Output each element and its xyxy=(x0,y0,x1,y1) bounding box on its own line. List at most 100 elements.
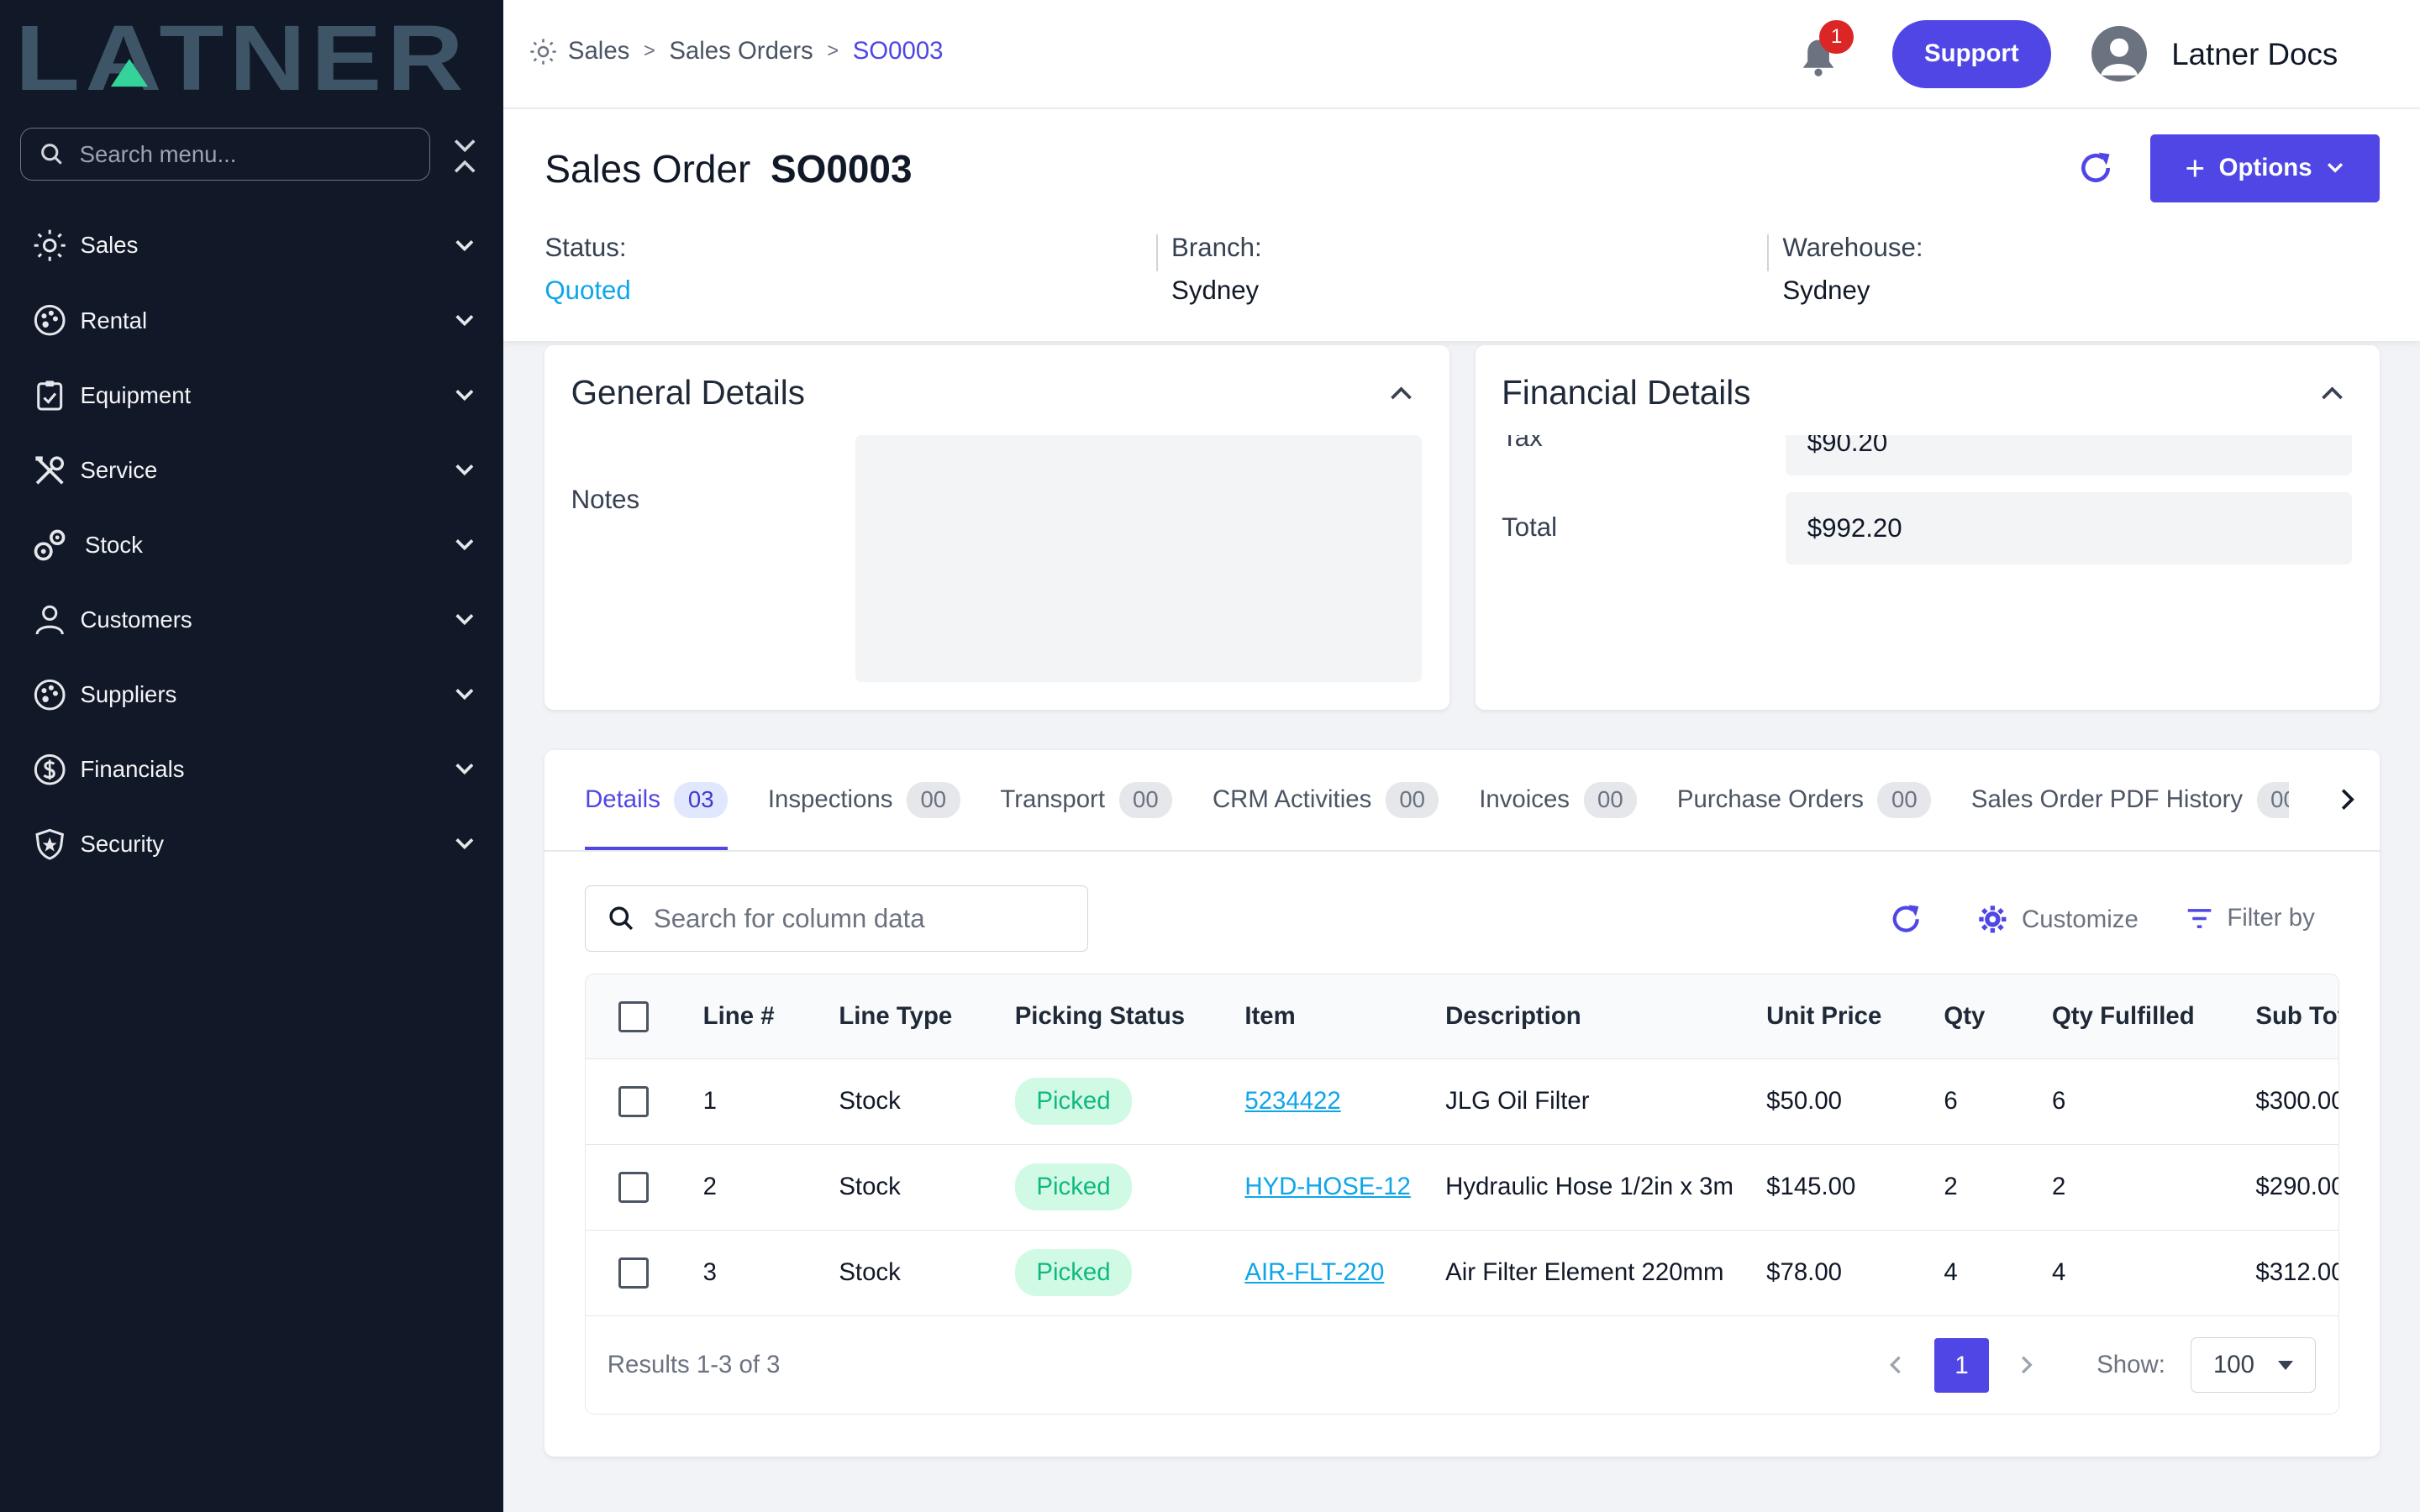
column-header[interactable]: Item xyxy=(1244,974,1295,1059)
palette-icon xyxy=(31,676,68,713)
table-search-input[interactable] xyxy=(653,903,1055,934)
column-header[interactable]: Line # xyxy=(703,974,775,1059)
item-link[interactable]: AIR-FLT-220 xyxy=(1244,1258,1384,1287)
tab-purchase-orders[interactable]: Purchase Orders 00 xyxy=(1676,750,1932,850)
latner-logo[interactable]: LATNER xyxy=(15,13,472,99)
column-header[interactable]: Qty Fulfilled xyxy=(2052,974,2195,1059)
breadcrumb-sales[interactable]: Sales xyxy=(568,37,629,66)
sidebar-item-equipment[interactable]: Equipment xyxy=(0,358,503,433)
page-size-select[interactable]: 100 xyxy=(2191,1336,2317,1393)
tab-details[interactable]: Details 03 xyxy=(585,750,729,850)
row-checkbox[interactable] xyxy=(618,1231,650,1315)
select-all-checkbox[interactable] xyxy=(618,974,650,1059)
customize-button[interactable]: Customize xyxy=(1977,904,2139,935)
chevron-down-icon xyxy=(455,314,474,326)
tab-transport[interactable]: Transport 00 xyxy=(1000,750,1173,850)
breadcrumb-sales-orders[interactable]: Sales Orders xyxy=(669,37,813,66)
column-header[interactable]: Line Type xyxy=(839,974,952,1059)
gears-icon xyxy=(31,527,68,564)
column-header[interactable]: Description xyxy=(1445,974,1581,1059)
notes-field[interactable] xyxy=(855,434,1422,682)
clipboard-icon xyxy=(31,377,68,414)
sidebar-item-label: Sales xyxy=(80,232,139,259)
collapse-sidebar-icon[interactable] xyxy=(448,136,481,176)
topbar: Sales > Sales Orders > SO0003 1 Support … xyxy=(502,0,2420,108)
refresh-icon[interactable] xyxy=(2077,150,2114,186)
filter-button[interactable]: Filter by xyxy=(2186,904,2315,932)
branch-field: Branch: Sydney xyxy=(1171,233,1758,306)
financial-details-title: Financial Details xyxy=(1502,373,1751,412)
support-button[interactable]: Support xyxy=(1891,19,2051,88)
sidebar-item-security[interactable]: Security xyxy=(0,807,503,882)
breadcrumb: Sales > Sales Orders > SO0003 xyxy=(529,37,944,66)
sidebar-item-label: Equipment xyxy=(80,381,192,408)
notification-badge: 1 xyxy=(1819,19,1854,55)
table-search[interactable] xyxy=(585,885,1088,953)
sidebar-item-service[interactable]: Service xyxy=(0,433,503,507)
picking-status: Picked xyxy=(1014,1231,1133,1315)
chevron-up-icon[interactable] xyxy=(2318,380,2346,407)
qty-fulfilled: 2 xyxy=(2051,1173,2066,1201)
description: JLG Oil Filter xyxy=(1445,1087,1590,1116)
line-type: Stock xyxy=(839,1258,901,1287)
tab-label: Purchase Orders xyxy=(1676,785,1864,814)
column-header[interactable]: Qty xyxy=(1944,974,1985,1059)
column-header[interactable]: Picking Status xyxy=(1015,974,1185,1059)
sidebar-item-suppliers[interactable]: Suppliers xyxy=(0,657,503,732)
sidebar-item-stock[interactable]: Stock xyxy=(0,507,503,582)
sub-total: $300.00 xyxy=(2255,1087,2340,1116)
tab-count: 00 xyxy=(1118,781,1173,818)
item-link[interactable]: 5234422 xyxy=(1244,1087,1340,1116)
line-type: Stock xyxy=(839,1173,901,1201)
tab-label: CRM Activities xyxy=(1212,785,1372,814)
sidebar-search[interactable] xyxy=(19,128,431,181)
item-link[interactable]: HYD-HOSE-12 xyxy=(1244,1173,1411,1201)
column-header[interactable]: Unit Price xyxy=(1766,974,1881,1059)
chevron-right-icon[interactable] xyxy=(2015,1354,2037,1376)
page-button-current[interactable]: 1 xyxy=(1934,1338,1989,1393)
picking-status: Picked xyxy=(1014,1145,1133,1230)
tab-invoices[interactable]: Invoices 00 xyxy=(1479,750,1638,850)
divider xyxy=(544,850,2381,852)
tab-count: 00 xyxy=(1583,781,1638,818)
chevron-down-icon xyxy=(455,689,474,701)
sidebar-item-customers[interactable]: Customers xyxy=(0,582,503,657)
table-row[interactable]: 2 Stock Picked HYD-HOSE-12 Hydraulic Hos… xyxy=(586,1144,2340,1231)
sun-icon xyxy=(31,227,68,264)
user-icon xyxy=(2100,38,2138,76)
table-row[interactable]: 3 Stock Picked AIR-FLT-220 Air Filter El… xyxy=(586,1230,2339,1316)
sidebar-item-label: Service xyxy=(80,456,158,483)
search-icon xyxy=(609,906,633,931)
user-name[interactable]: Latner Docs xyxy=(2171,37,2338,72)
column-header[interactable]: Sub Total xyxy=(2255,974,2338,1059)
total-label: Total xyxy=(1502,512,1558,542)
tab-crm-activities[interactable]: CRM Activities 00 xyxy=(1213,750,1439,850)
refresh-icon[interactable] xyxy=(1889,902,1923,936)
order-header: Sales Order SO0003 + Options Status: Quo… xyxy=(502,109,2420,341)
row-checkbox[interactable] xyxy=(618,1059,650,1144)
sidebar-item-rental[interactable]: Rental xyxy=(0,283,503,358)
row-checkbox[interactable] xyxy=(618,1145,650,1230)
options-button[interactable]: + Options xyxy=(2149,134,2381,202)
sidebar-search-input[interactable] xyxy=(79,140,388,168)
tab-sales-order-pdf-history[interactable]: Sales Order PDF History 00 xyxy=(1971,750,2311,850)
avatar[interactable] xyxy=(2091,26,2147,82)
sidebar-item-label: Financials xyxy=(80,756,185,783)
chevron-left-icon[interactable] xyxy=(1886,1354,1907,1376)
total-field[interactable]: $992.20 xyxy=(1786,491,2353,565)
chevron-up-icon[interactable] xyxy=(1387,380,1415,407)
item-cell: AIR-FLT-220 xyxy=(1244,1231,1384,1315)
sidebar-item-sales[interactable]: Sales xyxy=(0,208,503,283)
unit-price: $78.00 xyxy=(1766,1258,1843,1287)
chevron-right-icon[interactable] xyxy=(2335,787,2360,811)
sidebar-item-financials[interactable]: Financials xyxy=(0,732,503,807)
sub-total: $290.00 xyxy=(2255,1173,2340,1201)
gear-icon xyxy=(1979,906,2007,933)
sidebar-item-label: Suppliers xyxy=(80,680,177,707)
title-prefix: Sales Order xyxy=(544,147,751,192)
sidebar-item-label: Security xyxy=(80,831,164,858)
table-row[interactable]: 1 Stock Picked 5234422 JLG Oil Filter $5… xyxy=(586,1058,2340,1145)
tab-label: Invoices xyxy=(1479,785,1570,814)
qty-fulfilled: 4 xyxy=(2051,1258,2066,1287)
tab-inspections[interactable]: Inspections 00 xyxy=(768,750,960,850)
